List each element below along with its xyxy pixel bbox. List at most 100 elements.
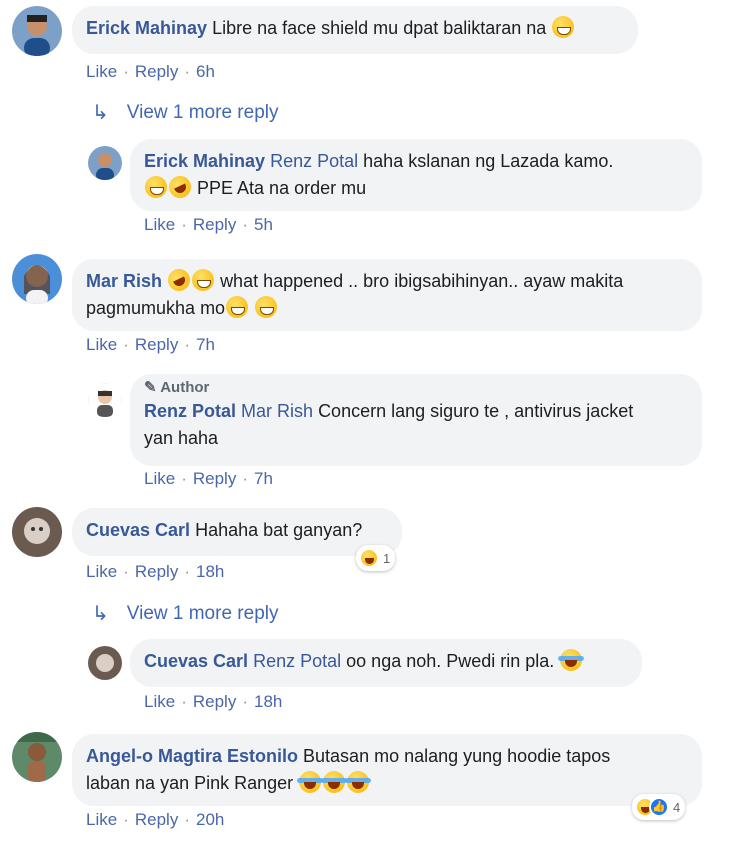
comment-bubble: Angel-o Magtira Estonilo Butasan mo nala… [72, 734, 702, 806]
joy-emoji-icon [558, 649, 585, 671]
reaction-summary[interactable]: 1 [356, 545, 396, 571]
comment-text: Butasan mo nalang yung hoodie tapos [303, 746, 611, 766]
reply-link[interactable]: Reply [135, 810, 178, 830]
view-more-replies[interactable]: ↳ View 1 more reply [92, 601, 278, 626]
timestamp[interactable]: 7h [196, 335, 215, 355]
haha-reaction-icon [359, 548, 379, 568]
mention-tag[interactable]: Mar Rish [241, 401, 313, 421]
avatar[interactable] [12, 254, 62, 304]
reply-link[interactable]: Reply [193, 215, 236, 235]
reply-link[interactable]: Reply [193, 692, 236, 712]
rofl-emoji-icon [165, 172, 195, 202]
reply-bubble: Erick Mahinay Renz Potal haha kslanan ng… [130, 139, 702, 211]
like-link[interactable]: Like [86, 562, 117, 582]
separator: · [184, 810, 190, 829]
comment-actions: Like · Reply · 18h [86, 562, 224, 582]
comment-author[interactable]: Angel-o Magtira Estonilo [86, 746, 298, 766]
avatar[interactable] [88, 383, 122, 417]
comment-text: oo nga noh. Pwedi rin pla. [346, 651, 555, 671]
like-link[interactable]: Like [86, 810, 117, 830]
avatar[interactable] [88, 646, 122, 680]
comment-author[interactable]: Cuevas Carl [86, 520, 190, 540]
joy-emoji-icon [345, 771, 372, 793]
timestamp[interactable]: 5h [254, 215, 273, 235]
mention-tag[interactable]: Renz Potal [270, 151, 358, 171]
comment-bubble: Cuevas Carl Hahaha bat ganyan? [72, 508, 402, 556]
like-link[interactable]: Like [144, 692, 175, 712]
like-link[interactable]: Like [86, 335, 117, 355]
grin-emoji-icon [255, 296, 278, 318]
comment-author[interactable]: Erick Mahinay [86, 18, 207, 38]
reply-link[interactable]: Reply [135, 335, 178, 355]
comment-text-continued: PPE Ata na order mu [197, 178, 367, 198]
comment-author[interactable]: Erick Mahinay [144, 151, 265, 171]
separator: · [123, 62, 129, 81]
timestamp[interactable]: 7h [254, 469, 273, 489]
separator: · [242, 215, 248, 234]
comment-actions: Like · Reply · 7h [86, 335, 215, 355]
separator: · [242, 469, 248, 488]
joy-emoji-icon [297, 771, 324, 793]
view-more-label[interactable]: View 1 more reply [127, 102, 279, 124]
grin-emoji-icon [552, 16, 575, 38]
reply-link[interactable]: Reply [135, 62, 178, 82]
rofl-emoji-icon [164, 265, 194, 295]
comment-actions: Like · Reply · 5h [144, 215, 273, 235]
avatar[interactable] [12, 507, 62, 557]
comment-text: Concern lang siguro te , antivirus jacke… [318, 401, 634, 421]
grin-emoji-icon [226, 296, 249, 318]
like-link[interactable]: Like [144, 469, 175, 489]
like-link[interactable]: Like [144, 215, 175, 235]
reply-arrow-icon: ↳ [92, 603, 109, 625]
timestamp[interactable]: 6h [196, 62, 215, 82]
timestamp[interactable]: 18h [254, 692, 282, 712]
comment-author[interactable]: Renz Potal [144, 401, 236, 421]
separator: · [184, 335, 190, 354]
avatar[interactable] [12, 732, 62, 782]
pencil-icon: ✎ [144, 379, 157, 396]
reply-bubble: ✎ Author Renz Potal Mar Rish Concern lan… [130, 374, 702, 466]
separator: · [181, 215, 187, 234]
like-link[interactable]: Like [86, 62, 117, 82]
comment-actions: Like · Reply · 18h [144, 692, 282, 712]
grin-emoji-icon [192, 269, 215, 291]
comment-bubble: Erick Mahinay Libre na face shield mu dp… [72, 6, 638, 54]
timestamp[interactable]: 20h [196, 810, 224, 830]
comment-text: Hahaha bat ganyan? [195, 520, 363, 540]
like-reaction-icon: 👍 [649, 797, 669, 817]
grin-emoji-icon [145, 176, 167, 198]
comment-text: Libre na face shield mu dpat baliktaran … [212, 18, 547, 38]
view-more-label[interactable]: View 1 more reply [127, 603, 279, 625]
reply-link[interactable]: Reply [135, 562, 178, 582]
comment-text: what happened .. bro ibigsabihinyan.. ay… [220, 271, 624, 291]
reaction-summary[interactable]: 👍 4 [632, 794, 686, 820]
comment-actions: Like · Reply · 6h [86, 62, 215, 82]
avatar[interactable] [88, 146, 122, 180]
comment-author[interactable]: Mar Rish [86, 271, 162, 291]
comment-actions: Like · Reply · 7h [144, 469, 273, 489]
comment-text-continued: laban na yan Pink Ranger [86, 773, 294, 793]
comment-bubble: Mar Rish what happened .. bro ibigsabihi… [72, 259, 702, 331]
timestamp[interactable]: 18h [196, 562, 224, 582]
separator: · [181, 469, 187, 488]
separator: · [184, 62, 190, 81]
avatar[interactable] [12, 6, 62, 56]
joy-emoji-icon [321, 771, 348, 793]
reply-bubble: Cuevas Carl Renz Potal oo nga noh. Pwedi… [130, 639, 642, 687]
mention-tag[interactable]: Renz Potal [253, 651, 341, 671]
author-label: Author [160, 379, 210, 396]
comment-text: haha kslanan ng Lazada kamo. [363, 151, 614, 171]
comment-author[interactable]: Cuevas Carl [144, 651, 248, 671]
separator: · [123, 810, 129, 829]
reply-arrow-icon: ↳ [92, 102, 109, 124]
view-more-replies[interactable]: ↳ View 1 more reply [92, 100, 278, 125]
separator: · [184, 562, 190, 581]
separator: · [123, 562, 129, 581]
separator: · [181, 692, 187, 711]
reply-link[interactable]: Reply [193, 469, 236, 489]
reaction-count: 4 [673, 799, 681, 815]
comment-text-continued: pagmumukha mo [86, 298, 226, 318]
author-badge: ✎ Author [144, 378, 688, 398]
separator: · [123, 335, 129, 354]
comment-actions: Like · Reply · 20h [86, 810, 224, 830]
